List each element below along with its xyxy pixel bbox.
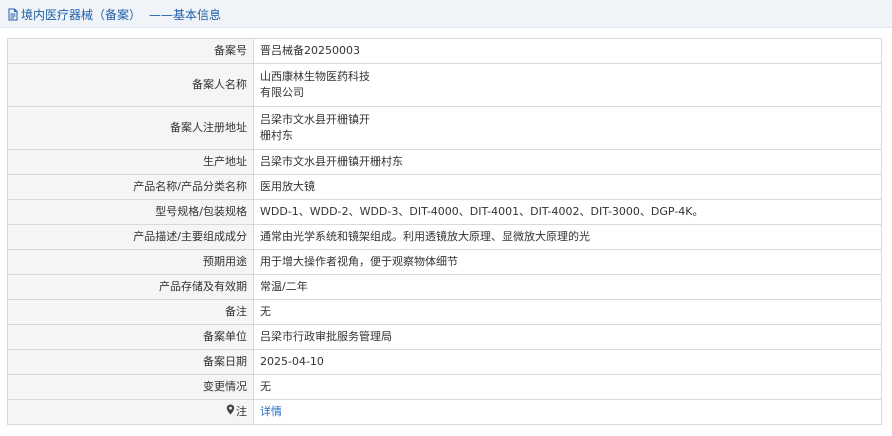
row-label: 备案日期: [7, 349, 254, 375]
page-title: 境内医疗器械（备案） ——基本信息: [7, 6, 221, 22]
table-row: 备案日期 2025-04-10: [7, 349, 882, 375]
row-label: 产品描述/主要组成成分: [7, 224, 254, 250]
row-value-line: 吕梁市文水县开栅镇开: [260, 113, 370, 126]
row-value: 无: [253, 374, 882, 400]
info-table: 备案号 晋吕械备20250003 备案人名称 山西康林生物医药科技 有限公司 备…: [7, 38, 882, 425]
document-icon: [7, 8, 21, 21]
row-label: 预期用途: [7, 249, 254, 275]
row-label: 型号规格/包装规格: [7, 199, 254, 225]
row-label: 变更情况: [7, 374, 254, 400]
location-pin-icon: [226, 404, 236, 420]
table-row: 注 详情: [7, 399, 882, 425]
table-row: 预期用途 用于增大操作者视角，便于观察物体细节: [7, 249, 882, 275]
row-value: 吕梁市文水县开栅镇开 栅村东: [253, 106, 882, 150]
table-row: 产品描述/主要组成成分 通常由光学系统和镜架组成。利用透镜放大原理、显微放大原理…: [7, 224, 882, 250]
page-subtitle: ——基本信息: [149, 7, 222, 22]
table-row: 生产地址 吕梁市文水县开栅镇开栅村东: [7, 149, 882, 175]
row-value-line: 栅村东: [260, 129, 293, 142]
row-value: 晋吕械备20250003: [253, 38, 882, 64]
row-value: 2025-04-10: [253, 349, 882, 375]
table-row: 备案人注册地址 吕梁市文水县开栅镇开 栅村东: [7, 106, 882, 150]
row-label: 备注: [7, 299, 254, 325]
row-value: 吕梁市行政审批服务管理局: [253, 324, 882, 350]
row-value: 吕梁市文水县开栅镇开栅村东: [253, 149, 882, 175]
row-value: 通常由光学系统和镜架组成。利用透镜放大原理、显微放大原理的光: [253, 224, 882, 250]
row-label: 注: [7, 399, 254, 425]
note-label-text: 注: [236, 405, 247, 418]
page-title-text: 境内医疗器械（备案）: [21, 7, 142, 22]
table-row: 备案号 晋吕械备20250003: [7, 38, 882, 64]
note-label: 注: [226, 404, 247, 420]
row-label: 产品名称/产品分类名称: [7, 174, 254, 200]
details-link[interactable]: 详情: [260, 405, 282, 418]
table-row: 备案单位 吕梁市行政审批服务管理局: [7, 324, 882, 350]
row-value: 医用放大镜: [253, 174, 882, 200]
row-label: 生产地址: [7, 149, 254, 175]
row-value: 常温/二年: [253, 274, 882, 300]
table-row: 备案人名称 山西康林生物医药科技 有限公司: [7, 63, 882, 107]
table-row: 产品存储及有效期 常温/二年: [7, 274, 882, 300]
row-label: 备案人名称: [7, 63, 254, 107]
row-label: 备案单位: [7, 324, 254, 350]
title-bar: 境内医疗器械（备案） ——基本信息: [0, 0, 892, 28]
row-value: WDD-1、WDD-2、WDD-3、DIT-4000、DIT-4001、DIT-…: [253, 199, 882, 225]
row-label: 备案人注册地址: [7, 106, 254, 150]
row-value-line: 山西康林生物医药科技: [260, 70, 370, 83]
row-value: 山西康林生物医药科技 有限公司: [253, 63, 882, 107]
table-row: 型号规格/包装规格 WDD-1、WDD-2、WDD-3、DIT-4000、DIT…: [7, 199, 882, 225]
row-value: 用于增大操作者视角，便于观察物体细节: [253, 249, 882, 275]
row-label: 备案号: [7, 38, 254, 64]
row-value-line: 有限公司: [260, 86, 304, 99]
row-label: 产品存储及有效期: [7, 274, 254, 300]
row-value: 无: [253, 299, 882, 325]
table-row: 变更情况 无: [7, 374, 882, 400]
row-value: 详情: [253, 399, 882, 425]
table-row: 备注 无: [7, 299, 882, 325]
table-row: 产品名称/产品分类名称 医用放大镜: [7, 174, 882, 200]
